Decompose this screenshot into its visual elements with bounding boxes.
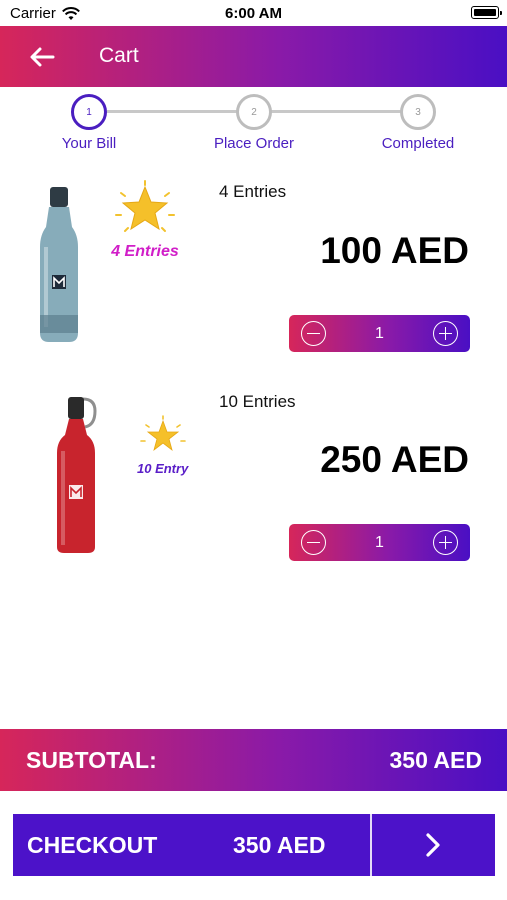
star-icon	[115, 180, 175, 232]
star-icon	[139, 415, 186, 452]
back-button[interactable]	[22, 39, 62, 75]
water-bottle-image	[57, 397, 97, 553]
entries-label: 4 Entries	[219, 182, 287, 201]
step-1-label: Your Bill	[61, 135, 117, 152]
checkout-arrow-button[interactable]	[371, 814, 495, 876]
status-time: 6:00 AM	[225, 5, 282, 22]
checkout-button[interactable]: CHECKOUT 350 AED	[13, 814, 495, 876]
quantity-value: 1	[375, 533, 384, 551]
chevron-right-icon	[426, 833, 440, 857]
header-bar: Cart	[0, 26, 507, 87]
quantity-stepper: 1	[289, 524, 470, 561]
step-3-number: 3	[415, 106, 421, 118]
decrease-quantity-button[interactable]	[301, 321, 326, 346]
step-connector	[107, 110, 241, 113]
step-2-circle: 2	[236, 94, 272, 130]
arrow-left-icon	[30, 47, 55, 67]
checkout-label: CHECKOUT	[27, 832, 158, 858]
item-price: 100 AED	[320, 230, 469, 271]
subtotal-label: SUBTOTAL:	[26, 747, 157, 773]
cart-item: 4 Entries 4 Entries 100 AED 1	[0, 175, 507, 375]
subtotal-value: 350 AED	[389, 747, 482, 773]
step-2-label: Place Order	[213, 135, 295, 152]
subtotal-bar: SUBTOTAL: 350 AED	[0, 729, 507, 791]
entries-badge: 4 Entries	[110, 179, 180, 261]
increase-quantity-button[interactable]	[433, 321, 458, 346]
quantity-stepper: 1	[289, 315, 470, 352]
step-3-circle: 3	[400, 94, 436, 130]
entries-badge: 10 Entry	[137, 415, 188, 476]
increase-quantity-button[interactable]	[433, 530, 458, 555]
step-3-label: Completed	[381, 135, 455, 152]
cart-item: 10 Entry 10 Entries 250 AED 1	[0, 385, 507, 585]
battery-icon	[471, 6, 502, 19]
decrease-quantity-button[interactable]	[301, 530, 326, 555]
item-price: 250 AED	[320, 439, 469, 480]
water-bottle-image	[40, 187, 78, 342]
checkout-amount: 350 AED	[233, 832, 326, 858]
quantity-value: 1	[375, 324, 384, 342]
status-bar: Carrier 6:00 AM	[0, 0, 507, 26]
step-1-circle: 1	[71, 94, 107, 130]
step-2-number: 2	[251, 106, 257, 118]
order-stepper: 1 2 3 Your Bill Place Order Completed	[0, 92, 507, 162]
step-1-number: 1	[86, 106, 92, 118]
page-title: Cart	[99, 44, 139, 67]
step-connector	[271, 110, 405, 113]
badge-label: 4 Entries	[111, 243, 179, 260]
badge-label: 10 Entry	[137, 461, 189, 476]
entries-label: 10 Entries	[219, 392, 296, 411]
